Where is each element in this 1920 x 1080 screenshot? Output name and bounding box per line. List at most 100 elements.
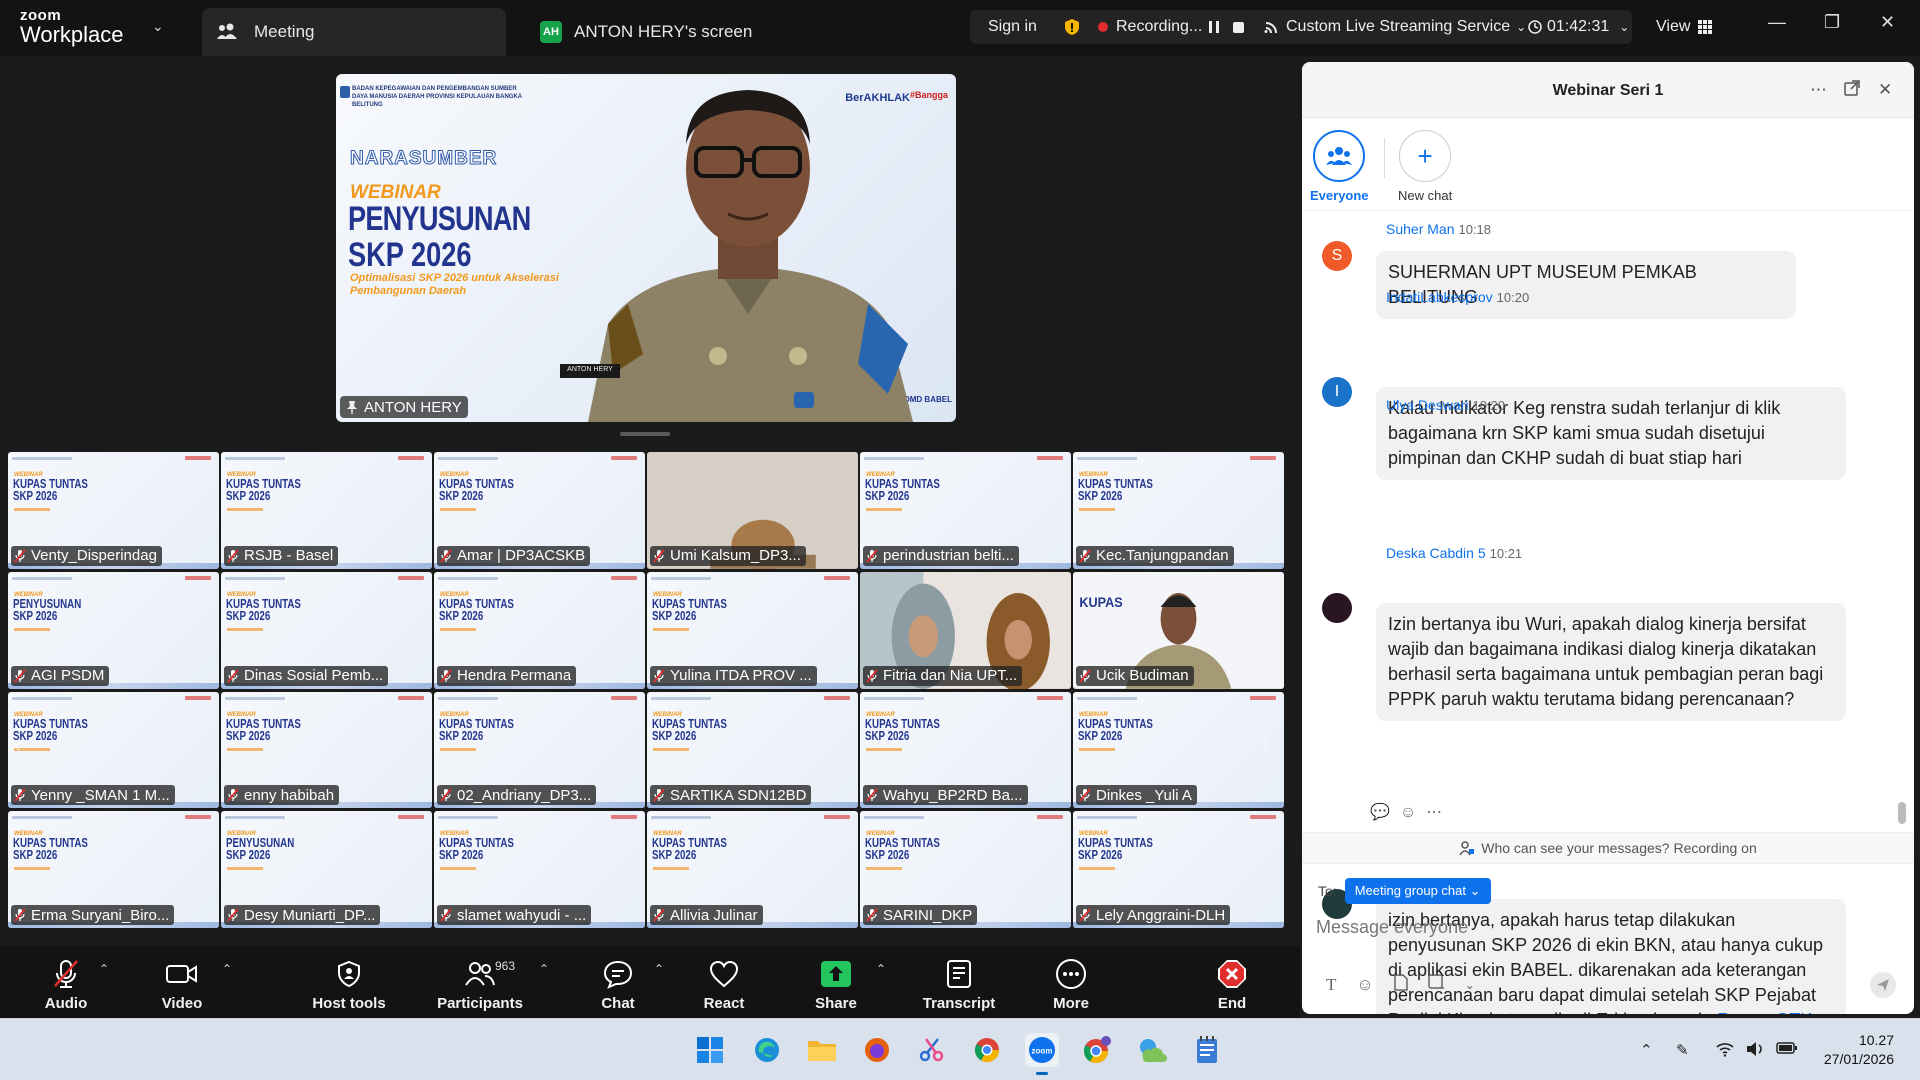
participant-tile[interactable]: WEBINAR KUPAS TUNTAS SKP 2026 02_Andriany_… (434, 691, 645, 809)
sign-in-button[interactable]: Sign in (988, 10, 1037, 44)
participants-options-caret-icon[interactable]: ⌃ (539, 962, 549, 976)
stop-recording-icon[interactable] (1232, 10, 1245, 44)
chevron-down-icon[interactable]: ⌄ (152, 18, 164, 35)
active-speaker-video[interactable]: BADAN KEPEGAWAIAN DAN PENGEMBANGAN SUMBE… (336, 74, 956, 422)
avatar[interactable]: I (1322, 377, 1352, 407)
firefox-icon[interactable] (860, 1033, 894, 1067)
participant-tile[interactable]: Fitria dan Nia UPT... (860, 571, 1071, 689)
avatar[interactable] (1322, 593, 1352, 623)
meeting-timer[interactable]: 01:42:31 ⌄ (1528, 10, 1629, 44)
participant-tile[interactable]: Umi Kalsum_DP3... (647, 452, 858, 569)
resize-handle[interactable] (620, 432, 670, 436)
participant-tile[interactable]: WEBINAR KUPAS TUNTAS SKP 2026 enny habibah (221, 691, 432, 809)
pause-recording-icon[interactable] (1208, 10, 1220, 44)
recording-indicator[interactable]: Recording... (1098, 10, 1202, 44)
participant-tile[interactable]: WEBINAR KUPAS TUNTAS SKP 2026 Yulina ITDA … (647, 571, 858, 689)
audio-options-caret-icon[interactable]: ⌃ (99, 962, 109, 976)
participant-tile[interactable]: WEBINAR PENYUSUNAN SKP 2026 Desy Muniarti_… (221, 811, 432, 928)
message-sender[interactable]: Suher Man (1386, 221, 1454, 237)
share-options-caret-icon[interactable]: ⌃ (876, 962, 886, 976)
edge-browser-icon[interactable] (750, 1033, 784, 1067)
participant-tile[interactable]: WEBINAR KUPAS TUNTAS SKP 2026 perindustria… (860, 452, 1071, 569)
emoji-reaction-icon[interactable]: ☺ (1400, 804, 1426, 821)
app-brand[interactable]: zoom Workplace (20, 8, 124, 46)
system-clock[interactable]: 10.27 27/01/2026 (1824, 1031, 1894, 1069)
view-button[interactable]: View (1656, 10, 1713, 44)
audio-button[interactable]: Audio (36, 946, 96, 1018)
tray-overflow-chevron-icon[interactable]: ⌃ (1640, 1041, 1653, 1059)
visibility-notice[interactable]: Who can see your messages? Recording on (1302, 832, 1914, 864)
zoom-app-icon[interactable]: zoom (1025, 1033, 1059, 1075)
tab-meeting[interactable]: Meeting (202, 8, 506, 56)
participant-tile[interactable]: WEBINAR KUPAS TUNTAS SKP 2026 Venty_Disper… (8, 452, 219, 569)
video-options-caret-icon[interactable]: ⌃ (222, 962, 232, 976)
end-button[interactable]: End (1202, 946, 1262, 1018)
participant-tile[interactable]: WEBINAR KUPAS TUNTAS SKP 2026 Erma Suryani… (8, 811, 219, 928)
participant-tile[interactable]: WEBINAR PENYUSUNAN SKP 2026 AGI PSDM (8, 571, 219, 689)
participant-tile[interactable]: WEBINAR KUPAS TUNTAS SKP 2026 Yenny _SMAN … (8, 691, 219, 809)
volume-icon[interactable] (1746, 1041, 1764, 1061)
participant-tile[interactable]: WEBINAR KUPAS TUNTAS SKP 2026 Hendra Perma… (434, 571, 645, 689)
live-stream-indicator[interactable]: Custom Live Streaming Service ⌄ (1264, 10, 1526, 44)
message-input[interactable] (1316, 912, 1896, 942)
next-page-icon[interactable]: › (1262, 732, 1269, 758)
message-sender[interactable]: Ulya Deswari (1386, 397, 1468, 413)
tab-shared-screen[interactable]: AH ANTON HERY's screen (538, 8, 828, 56)
message-link[interactable]: Ruang GTK (1717, 1010, 1812, 1014)
participant-tile[interactable]: WEBINAR KUPAS TUNTAS SKP 2026 Amar | DP3AC… (434, 452, 645, 569)
participants-button[interactable]: 963 Participants (436, 946, 524, 1018)
snipping-tool-icon[interactable] (915, 1033, 949, 1067)
more-options-icon[interactable]: ⋯ (1810, 80, 1827, 100)
pop-out-icon[interactable] (1844, 80, 1860, 101)
chevron-down-icon[interactable]: ⌄ (1465, 978, 1475, 992)
participant-tile[interactable]: WEBINAR KUPAS TUNTAS SKP 2026 Dinkes _Yuli… (1073, 691, 1284, 809)
message-sender[interactable]: IndatiLabkesprov (1386, 289, 1493, 305)
participant-tile[interactable]: KUPAS Ucik Budiman (1073, 571, 1284, 689)
share-button[interactable]: Share (806, 946, 866, 1018)
file-explorer-icon[interactable] (805, 1033, 839, 1067)
wifi-icon[interactable] (1716, 1041, 1734, 1061)
reply-icon[interactable]: 💬 (1370, 804, 1400, 821)
channel-everyone[interactable]: Everyone (1310, 130, 1369, 203)
chat-button[interactable]: Chat (588, 946, 648, 1018)
new-chat-button[interactable]: + New chat (1398, 130, 1452, 203)
close-icon[interactable]: ✕ (1880, 12, 1895, 33)
participant-tile[interactable]: WEBINAR KUPAS TUNTAS SKP 2026 Wahyu_BP2RD … (860, 691, 1071, 809)
weather-widget-icon[interactable] (1135, 1033, 1169, 1067)
more-button[interactable]: More (1041, 946, 1101, 1018)
participant-tile[interactable]: WEBINAR KUPAS TUNTAS SKP 2026 SARINI_DKP (860, 811, 1071, 928)
battery-icon[interactable] (1776, 1041, 1798, 1059)
chrome-profile-icon[interactable] (1080, 1033, 1114, 1067)
emoji-icon[interactable]: ☺ (1356, 975, 1373, 995)
chat-scrollbar[interactable] (1898, 802, 1906, 824)
host-tools-button[interactable]: Host tools (308, 946, 390, 1018)
transcript-button[interactable]: Transcript (918, 946, 1000, 1018)
message-bubble[interactable]: SUHERMAN UPT MUSEUM PEMKAB BELITUNG (1376, 251, 1796, 319)
previous-page-icon[interactable]: ‹ (14, 732, 21, 758)
participant-tile[interactable]: WEBINAR KUPAS TUNTAS SKP 2026 slamet wahyu… (434, 811, 645, 928)
recipient-dropdown[interactable]: Meeting group chat ⌄ (1344, 878, 1491, 904)
notepad-icon[interactable] (1190, 1033, 1224, 1067)
close-icon[interactable]: ✕ (1878, 80, 1892, 100)
file-icon[interactable] (1394, 974, 1408, 996)
restore-icon[interactable]: ❐ (1824, 12, 1840, 33)
react-button[interactable]: React (694, 946, 754, 1018)
format-text-icon[interactable]: T (1326, 975, 1336, 995)
minimize-icon[interactable]: — (1768, 12, 1786, 33)
windows-start-icon[interactable] (693, 1033, 727, 1067)
screenshot-icon[interactable] (1428, 974, 1445, 996)
participant-tile[interactable]: WEBINAR KUPAS TUNTAS SKP 2026 Kec.Tanjungp… (1073, 452, 1284, 569)
shield-icon[interactable] (1064, 10, 1080, 44)
participant-tile[interactable]: WEBINAR KUPAS TUNTAS SKP 2026 RSJB - Basel (221, 452, 432, 569)
chrome-icon[interactable] (970, 1033, 1004, 1067)
participant-tile[interactable]: WEBINAR KUPAS TUNTAS SKP 2026 Dinas Sosial… (221, 571, 432, 689)
participant-tile[interactable]: WEBINAR KUPAS TUNTAS SKP 2026 SARTIKA SDN1… (647, 691, 858, 809)
message-sender[interactable]: Deska Cabdin 5 (1386, 545, 1486, 561)
participant-tile[interactable]: WEBINAR KUPAS TUNTAS SKP 2026 Lely Anggrai… (1073, 811, 1284, 928)
avatar[interactable]: S (1322, 241, 1352, 271)
more-options-icon[interactable]: ⋯ (1426, 804, 1452, 821)
video-button[interactable]: Video (152, 946, 212, 1018)
participant-tile[interactable]: WEBINAR KUPAS TUNTAS SKP 2026 Allivia Juli… (647, 811, 858, 928)
send-button[interactable] (1870, 972, 1896, 998)
pen-input-icon[interactable]: ✎ (1676, 1041, 1689, 1059)
